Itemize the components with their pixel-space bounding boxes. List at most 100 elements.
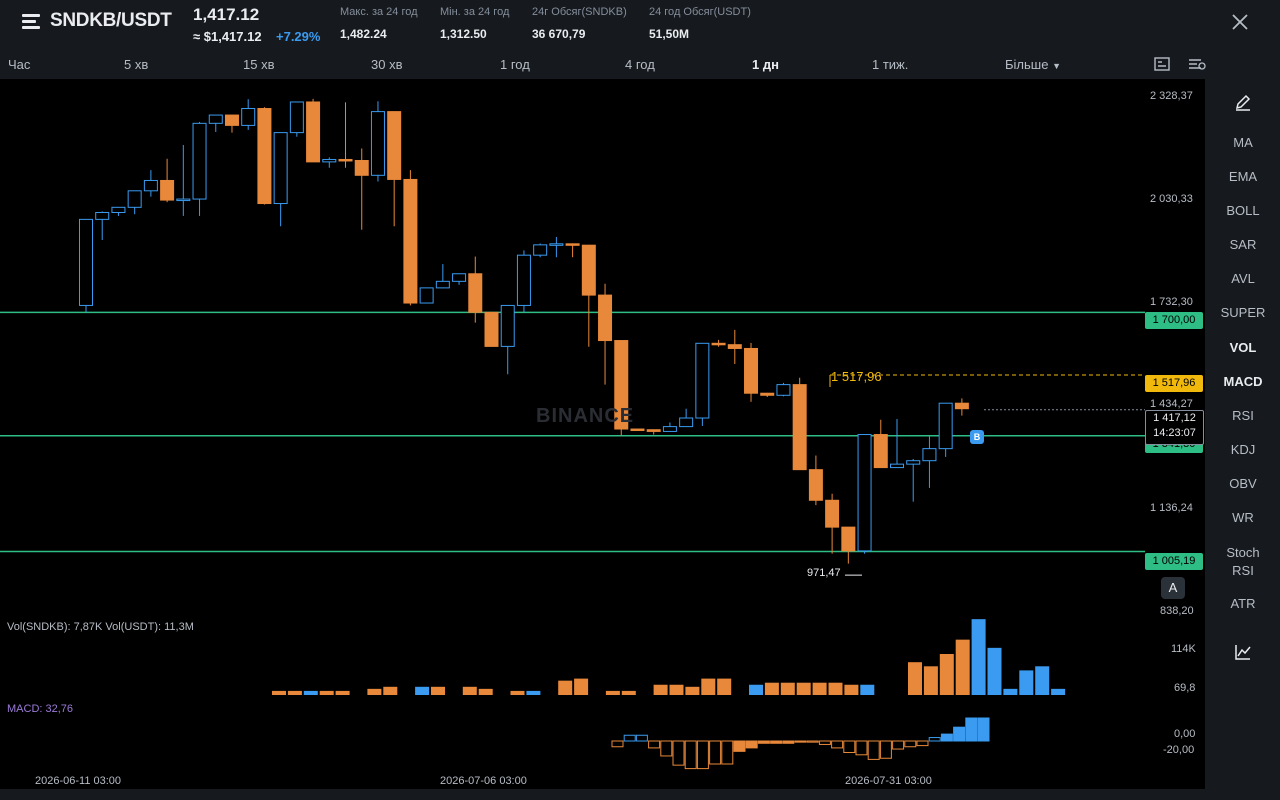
volume-bar <box>701 678 716 695</box>
volume-bar <box>1051 688 1066 695</box>
low-price-label: 971,47 <box>807 567 841 579</box>
auto-scale-button[interactable]: A <box>1161 577 1185 599</box>
volume-bar <box>335 690 350 695</box>
macd-bar <box>770 740 783 744</box>
indicator-rsi[interactable]: RSI <box>1218 408 1268 423</box>
candle-body <box>808 469 823 501</box>
buy-marker[interactable]: B <box>970 430 984 444</box>
indicator-atr[interactable]: ATR <box>1218 596 1268 611</box>
indicator-ema[interactable]: EMA <box>1218 169 1268 184</box>
indicator-sar[interactable]: SAR <box>1218 237 1268 252</box>
level-tag[interactable]: 1 005,19 <box>1145 553 1203 570</box>
candle-body <box>306 101 321 163</box>
time-axis-label: 2026-06-11 03:00 <box>35 775 122 787</box>
tab-timeframe-time[interactable]: Час <box>8 57 30 72</box>
current-price-tag: 1 417,12 14:23:07 <box>1145 410 1204 445</box>
candle-body <box>825 499 840 528</box>
indicator-stoch-rsi[interactable]: Stoch RSI <box>1218 544 1268 580</box>
line-chart-icon[interactable] <box>1234 643 1252 661</box>
tab-timeframe-15m[interactable]: 15 хв <box>243 57 274 72</box>
candle-body <box>192 122 207 200</box>
macd-bar <box>611 740 624 748</box>
tab-timeframe-4h[interactable]: 4 год <box>625 57 655 72</box>
usd-price: ≈ $1,417.12 <box>193 29 262 44</box>
indicator-macd[interactable]: MACD <box>1218 374 1268 389</box>
menu-icon[interactable] <box>22 13 42 31</box>
indicator-super[interactable]: SUPER <box>1218 305 1268 320</box>
indicator-wr[interactable]: WR <box>1218 510 1268 525</box>
candle-body <box>338 158 353 162</box>
indicator-vol[interactable]: VOL <box>1218 340 1268 355</box>
candlestick-chart[interactable] <box>0 79 1205 789</box>
macd-bar <box>953 726 966 742</box>
volume-bar <box>780 682 795 695</box>
macd-bar <box>684 740 697 770</box>
macd-bar <box>831 740 844 749</box>
volume-bar <box>415 686 430 695</box>
volume-bar <box>558 680 573 695</box>
candle-body <box>484 311 499 347</box>
candle-body <box>841 526 856 552</box>
highlight-level-tag[interactable]: 1 517,96 <box>1145 375 1203 392</box>
indicator-ma[interactable]: MA <box>1218 135 1268 150</box>
macd-bar <box>879 740 892 759</box>
caret-down-icon: ▼ <box>1052 61 1061 71</box>
volume-bar <box>971 619 986 695</box>
candle-body <box>403 178 418 304</box>
candle-body <box>906 460 921 465</box>
macd-bar <box>928 737 941 742</box>
indicator-boll[interactable]: BOLL <box>1218 203 1268 218</box>
candle-body <box>354 160 369 176</box>
candle-body <box>922 448 937 462</box>
tab-timeframe-1d[interactable]: 1 дн <box>752 57 779 72</box>
candle-body <box>938 402 953 450</box>
tab-timeframe-more[interactable]: Більше ▼ <box>1005 57 1061 72</box>
macd-legend: MACD: 32,76 <box>7 703 74 715</box>
volume-bar <box>319 690 334 695</box>
indicator-obv[interactable]: OBV <box>1218 476 1268 491</box>
volume-bar <box>510 690 525 695</box>
candle-body <box>370 111 385 176</box>
tab-timeframe-30m[interactable]: 30 хв <box>371 57 402 72</box>
candle-body <box>468 273 483 313</box>
candle-body <box>695 342 710 419</box>
stat-24h-high: Макс. за 24 год 1,482.24 <box>340 6 418 41</box>
tab-timeframe-1h[interactable]: 1 год <box>500 57 530 72</box>
volume-bar <box>303 690 318 695</box>
pencil-icon[interactable] <box>1234 93 1252 111</box>
macd-bar <box>965 717 978 742</box>
macd-bar <box>794 740 807 743</box>
volume-bar <box>669 684 684 695</box>
candle-body <box>760 392 775 396</box>
candle-body <box>387 111 402 180</box>
macd-bar <box>635 734 648 742</box>
pair-title[interactable]: SNDKB/USDT <box>50 10 172 32</box>
price-axis-label: 1 136,24 <box>1150 502 1193 514</box>
macd-axis-label: 0,00 <box>1174 728 1196 740</box>
price-axis-label: 1 732,30 <box>1150 296 1193 308</box>
macd-bar <box>940 733 953 742</box>
volume-bar <box>987 647 1002 695</box>
volume-bar <box>717 678 732 695</box>
tab-timeframe-1w[interactable]: 1 тиж. <box>872 57 908 72</box>
candle-body <box>727 344 742 349</box>
volume-axis-label: 114K <box>1171 643 1196 655</box>
indicator-kdj[interactable]: KDJ <box>1218 442 1268 457</box>
candle-body <box>241 108 256 126</box>
volume-bar <box>574 678 589 695</box>
candle-body <box>79 218 93 306</box>
time-axis-label: 2026-07-06 03:00 <box>440 775 527 787</box>
indicator-avl[interactable]: AVL <box>1218 271 1268 286</box>
candle-body <box>744 347 759 394</box>
macd-bar <box>892 740 905 750</box>
chart-settings-icon[interactable] <box>1188 56 1206 72</box>
macd-bar <box>660 740 673 757</box>
tab-timeframe-5m[interactable]: 5 хв <box>124 57 148 72</box>
chart-area[interactable]: BINANCE <box>0 79 1205 789</box>
level-tag[interactable]: 1 700,00 <box>1145 312 1203 329</box>
macd-bar <box>733 740 746 752</box>
chart-type-icon[interactable] <box>1153 56 1171 72</box>
close-icon[interactable] <box>1230 12 1250 32</box>
candle-body <box>208 114 223 124</box>
candle-body <box>111 206 126 213</box>
